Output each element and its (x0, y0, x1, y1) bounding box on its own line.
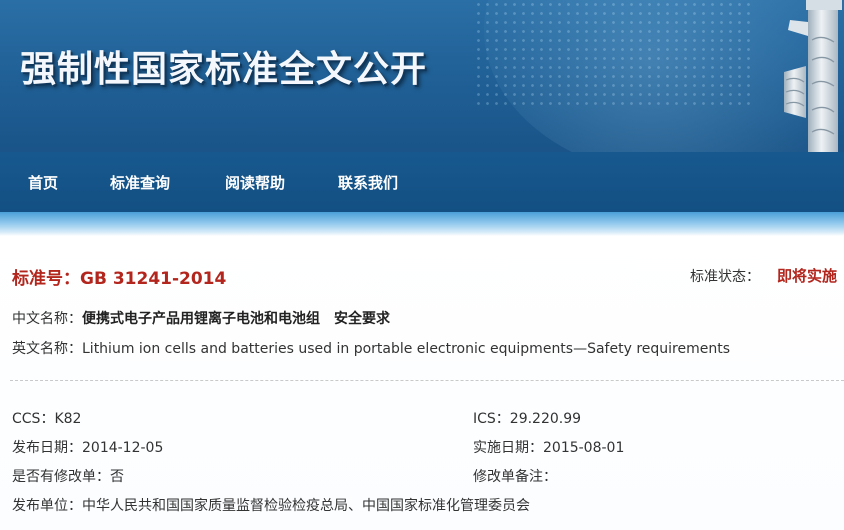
nav-contact-us[interactable]: 联系我们 (338, 172, 398, 193)
standard-status-label: 标准状态： (690, 269, 760, 285)
ccs-row: CCS：K82 (12, 408, 81, 428)
amendment-row: 是否有修改单：否 (12, 466, 124, 486)
publish-date-label: 发布日期： (12, 440, 82, 456)
standard-number-label: 标准号： (12, 269, 80, 289)
publish-date-row: 发布日期：2014-12-05 (12, 437, 163, 457)
ccs-label: CCS： (12, 411, 55, 427)
implementation-date-label: 实施日期： (473, 440, 543, 456)
site-banner: 强制性国家标准全文公开 (0, 0, 844, 152)
chinese-name-row: 中文名称：便携式电子产品用锂离子电池和电池组 安全要求 (12, 308, 390, 328)
implementation-date-row: 实施日期：2015-08-01 (473, 437, 624, 457)
english-name-value: Lithium ion cells and batteries used in … (82, 341, 731, 357)
english-name-label: 英文名称： (12, 341, 82, 357)
standard-detail-panel: 标准号：GB 31241-2014 标准状态： 即将实施 中文名称：便携式电子产… (0, 236, 844, 530)
implementation-date-value: 2015-08-01 (543, 440, 625, 456)
main-nav: 首页 标准查询 阅读帮助 联系我们 (0, 152, 844, 212)
nav-gradient-divider (0, 212, 844, 236)
amendment-note-label: 修改单备注： (473, 469, 557, 485)
standard-number-value: GB 31241-2014 (80, 269, 227, 289)
site-title: 强制性国家标准全文公开 (20, 49, 428, 90)
publisher-row: 发布单位：中华人民共和国国家质量监督检验检疫总局、中国国家标准化管理委员会 (12, 495, 530, 515)
amendment-note-row: 修改单备注： (473, 466, 557, 486)
amendment-label: 是否有修改单： (12, 469, 110, 485)
ics-label: ICS： (473, 411, 510, 427)
ics-row: ICS：29.220.99 (473, 408, 581, 428)
publisher-label: 发布单位： (12, 498, 82, 514)
standard-status-value: 即将实施 (777, 267, 838, 285)
english-name-row: 英文名称：Lithium ion cells and batteries use… (12, 338, 730, 358)
chinese-name-label: 中文名称： (12, 311, 82, 327)
chinese-name-value: 便携式电子产品用锂离子电池和电池组 安全要求 (82, 311, 390, 327)
publish-date-value: 2014-12-05 (82, 440, 164, 456)
nav-home[interactable]: 首页 (28, 172, 58, 193)
nav-standard-search[interactable]: 标准查询 (110, 172, 170, 193)
nav-reading-help[interactable]: 阅读帮助 (225, 172, 285, 193)
amendment-value: 否 (110, 469, 124, 485)
ics-value: 29.220.99 (509, 411, 582, 427)
standard-number: 标准号：GB 31241-2014 (12, 264, 226, 289)
publisher-value: 中华人民共和国国家质量监督检验检疫总局、中国国家标准化管理委员会 (82, 498, 530, 514)
huabiao-pillar-icon (784, 0, 842, 152)
banner-dot-pattern (474, 0, 754, 110)
ccs-value: K82 (54, 411, 82, 427)
section-divider (10, 380, 844, 381)
